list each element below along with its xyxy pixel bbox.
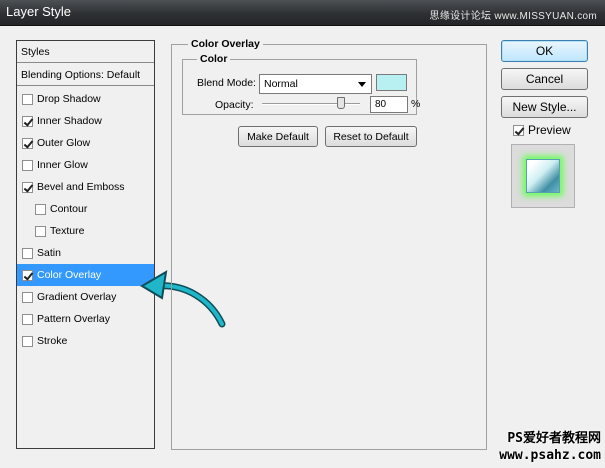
blending-options[interactable]: Blending Options: Default — [17, 64, 154, 86]
style-label: Stroke — [37, 335, 68, 347]
style-preview — [511, 144, 575, 208]
style-stroke[interactable]: Stroke — [17, 330, 154, 352]
style-label: Gradient Overlay — [37, 291, 117, 303]
stroke-checkbox[interactable] — [22, 335, 33, 347]
style-inner-glow[interactable]: Inner Glow — [17, 154, 154, 176]
site-watermark: 思缘设计论坛 www.MISSYUAN.com — [429, 11, 597, 22]
style-label: Texture — [50, 225, 85, 237]
style-satin[interactable]: Satin — [17, 242, 154, 264]
pattern-overlay-checkbox[interactable] — [22, 313, 33, 325]
blend-mode-select[interactable]: Normal — [259, 74, 372, 94]
group-title: Color Overlay — [188, 38, 263, 50]
style-label: Drop Shadow — [37, 93, 101, 105]
preview-label: Preview — [528, 123, 571, 137]
style-label: Bevel and Emboss — [37, 181, 125, 193]
styles-header[interactable]: Styles — [17, 41, 154, 63]
blend-mode-value: Normal — [264, 78, 298, 90]
outer-glow-checkbox[interactable] — [22, 137, 33, 149]
styles-list: Styles Blending Options: Default Drop Sh… — [16, 40, 155, 449]
style-label: Inner Shadow — [37, 115, 102, 127]
style-label: Contour — [50, 203, 88, 215]
window-title: Layer Style — [6, 4, 72, 19]
style-pattern-overlay[interactable]: Pattern Overlay — [17, 308, 154, 330]
preview-toggle[interactable]: Preview — [513, 123, 571, 137]
cancel-button[interactable]: Cancel — [501, 68, 588, 90]
satin-checkbox[interactable] — [22, 247, 33, 259]
style-label: Inner Glow — [37, 159, 88, 171]
preview-swatch — [526, 159, 560, 193]
style-label: Satin — [37, 247, 61, 259]
style-label: Outer Glow — [37, 137, 91, 149]
opacity-input[interactable] — [370, 96, 408, 113]
style-drop-shadow[interactable]: Drop Shadow — [17, 88, 154, 110]
opacity-slider-track[interactable] — [262, 103, 360, 105]
style-label: Pattern Overlay — [37, 313, 110, 325]
texture-checkbox[interactable] — [35, 225, 46, 237]
subgroup-title: Color — [197, 53, 231, 65]
reset-default-button[interactable]: Reset to Default — [325, 126, 417, 147]
style-gradient-overlay[interactable]: Gradient Overlay — [17, 286, 154, 308]
contour-checkbox[interactable] — [35, 203, 46, 215]
chevron-down-icon — [358, 82, 366, 87]
gradient-overlay-checkbox[interactable] — [22, 291, 33, 303]
style-bevel-emboss[interactable]: Bevel and Emboss — [17, 176, 154, 198]
style-inner-shadow[interactable]: Inner Shadow — [17, 110, 154, 132]
title-bar: Layer Style 思缘设计论坛 www.MISSYUAN.com — [0, 0, 605, 26]
drop-shadow-checkbox[interactable] — [22, 93, 33, 105]
opacity-slider-thumb[interactable] — [337, 97, 345, 109]
color-overlay-checkbox[interactable] — [22, 269, 33, 281]
style-outer-glow[interactable]: Outer Glow — [17, 132, 154, 154]
preview-checkbox[interactable] — [513, 124, 524, 136]
footer-watermark-line2: www.psahz.com — [499, 448, 601, 463]
make-default-button[interactable]: Make Default — [238, 126, 318, 147]
ok-button[interactable]: OK — [501, 40, 588, 62]
style-texture[interactable]: Texture — [17, 220, 154, 242]
opacity-unit: % — [411, 98, 421, 110]
layer-style-dialog: Styles Blending Options: Default Drop Sh… — [0, 26, 605, 468]
style-color-overlay[interactable]: Color Overlay — [17, 264, 154, 286]
inner-glow-checkbox[interactable] — [22, 159, 33, 171]
overlay-color-swatch[interactable] — [376, 74, 407, 91]
inner-shadow-checkbox[interactable] — [22, 115, 33, 127]
bevel-emboss-checkbox[interactable] — [22, 181, 33, 193]
blend-mode-label: Blend Mode: — [197, 77, 256, 89]
style-contour[interactable]: Contour — [17, 198, 154, 220]
opacity-label: Opacity: — [215, 99, 254, 111]
footer-watermark-line1: PS爱好者教程网 — [507, 431, 601, 446]
new-style-button[interactable]: New Style... — [501, 96, 588, 118]
footer-watermark: PS爱好者教程网 www.psahz.com — [499, 430, 601, 464]
style-label: Color Overlay — [37, 269, 102, 281]
